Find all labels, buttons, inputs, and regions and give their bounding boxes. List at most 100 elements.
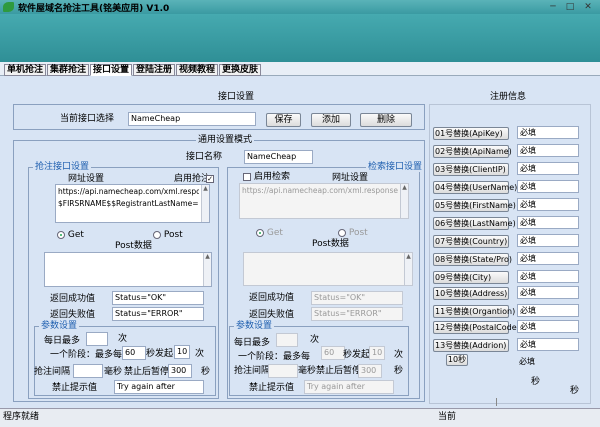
interface-name-label: 接口名称 — [186, 152, 223, 162]
register-value-10[interactable]: 必填 — [517, 286, 579, 299]
register-replace-03[interactable]: 03号替换(ClientIP) — [433, 163, 509, 176]
register-replace-05[interactable]: 05号替换(FirstName) — [433, 199, 516, 212]
grab-forbid-input[interactable]: Try again after — [114, 380, 204, 394]
register-value-13[interactable]: 必填 — [517, 338, 579, 351]
search-post-data-textarea[interactable] — [243, 252, 413, 286]
grab-fail-input[interactable]: Status="ERROR" — [112, 307, 204, 321]
search-fail-input[interactable]: Status="ERROR" — [311, 307, 403, 321]
grab-get-label: Get — [67, 230, 84, 240]
register-value-11[interactable]: 必填 — [517, 304, 579, 317]
delete-button[interactable]: 删除 — [360, 113, 412, 127]
register-value-02[interactable]: 必填 — [517, 144, 579, 157]
grab-pause-label: 禁止后暂停 — [124, 367, 170, 377]
search-stage-input[interactable]: 60 — [321, 346, 345, 360]
register-extra-button[interactable]: 10秒 — [446, 354, 468, 366]
search-get-radio[interactable]: Get — [256, 228, 283, 239]
grab-interval-input[interactable] — [73, 364, 103, 378]
grab-concurrent-input[interactable]: 10 — [174, 345, 190, 359]
register-value-12[interactable]: 必填 — [517, 320, 579, 333]
status-left: 程序就绪 — [3, 412, 40, 422]
tab-interface-settings[interactable]: 接口设置 — [90, 64, 133, 76]
grab-pause-input[interactable]: 300 — [168, 364, 192, 378]
current-interface-select[interactable]: NameCheap — [128, 112, 256, 126]
search-url-line1: https://api.namecheap.com/xml.response?A… — [242, 186, 398, 195]
grab-interval-label: 抢注间隔 — [34, 367, 71, 377]
tab-login-register[interactable]: 登陆注册 — [133, 64, 176, 76]
grab-concurrent-label: 秒发起 — [146, 349, 174, 359]
grab-url-textarea[interactable]: https://api.namecheap.com/xml.response?A… — [55, 184, 210, 223]
register-replace-01[interactable]: 01号替换(ApiKey) — [433, 127, 509, 140]
register-value-05[interactable]: 必填 — [517, 198, 579, 211]
register-replace-08[interactable]: 08号替换(State/Pro) — [433, 253, 512, 266]
grab-post-radio[interactable]: Post — [153, 230, 183, 241]
grab-forbid-label: 禁止提示值 — [52, 383, 98, 393]
register-title: 注册信息 — [490, 92, 527, 102]
grab-post-scrollbar[interactable]: ▲ — [203, 253, 211, 286]
grab-enable-checkbox[interactable]: ✓ — [206, 175, 214, 183]
grab-url-scrollbar[interactable]: ▲ — [201, 185, 209, 222]
interface-name-input[interactable]: NameCheap — [244, 150, 313, 164]
search-url-textarea[interactable]: https://api.namecheap.com/xml.response?A… — [239, 183, 409, 219]
search-post-scrollbar[interactable]: ▲ — [404, 253, 412, 285]
register-value-06[interactable]: 必填 — [517, 216, 579, 229]
minimize-button[interactable]: ─ — [546, 1, 560, 13]
tab-single-grab[interactable]: 单机抢注 — [4, 64, 47, 76]
search-daily-input[interactable] — [276, 333, 298, 347]
register-sec-label-2: 秒 — [570, 386, 580, 396]
grab-get-radio[interactable]: Get — [57, 230, 84, 241]
register-replace-11[interactable]: 11号替换(Organtion) — [433, 305, 515, 318]
register-replace-02[interactable]: 02号替换(ApiName) — [433, 145, 512, 158]
search-pause-label: 禁止后暂停 — [316, 366, 362, 376]
register-value-09[interactable]: 必填 — [517, 270, 579, 283]
search-params-legend: 参数设置 — [234, 321, 275, 331]
grab-interval-unit: 毫秒 — [104, 367, 123, 377]
maximize-button[interactable]: □ — [563, 1, 577, 13]
register-value-07[interactable]: 必填 — [517, 234, 579, 247]
search-post-radio[interactable]: Post — [338, 228, 368, 239]
register-replace-07[interactable]: 07号替换(Country) — [433, 235, 509, 248]
tab-cluster-grab[interactable]: 集群抢注 — [47, 64, 90, 76]
close-button[interactable]: ✕ — [581, 1, 595, 13]
add-button[interactable]: 添加 — [311, 113, 351, 127]
radio-icon — [338, 228, 346, 237]
register-replace-10[interactable]: 10号替换(Address) — [433, 287, 509, 300]
register-value-04[interactable]: 必填 — [517, 180, 579, 193]
search-post-data-label: Post数据 — [312, 239, 349, 249]
app-leaf-icon — [3, 2, 14, 12]
scroll-up-icon[interactable]: ▲ — [202, 185, 209, 193]
register-replace-06[interactable]: 06号替换(LastName) — [433, 217, 516, 230]
search-interval-input[interactable] — [268, 364, 298, 378]
grab-success-input[interactable]: Status="OK" — [112, 291, 204, 305]
search-forbid-input[interactable]: Try again after — [304, 380, 394, 394]
search-post-label: Post — [348, 228, 368, 238]
register-value-03[interactable]: 必填 — [517, 162, 579, 175]
register-replace-04[interactable]: 04号替换(UserName) — [433, 181, 517, 194]
scroll-up-icon[interactable]: ▲ — [204, 253, 211, 261]
tab-change-skin[interactable]: 更换皮肤 — [219, 64, 262, 76]
scroll-up-icon[interactable]: ▲ — [405, 253, 412, 261]
search-enable-checkbox[interactable] — [243, 173, 251, 181]
scroll-up-icon[interactable]: ▲ — [401, 184, 408, 192]
search-pause-input[interactable]: 300 — [358, 364, 382, 378]
register-replace-09[interactable]: 09号替换(City) — [433, 271, 509, 284]
status-bar — [0, 408, 600, 427]
search-interval-label: 抢注间隔 — [234, 366, 271, 376]
grab-daily-input[interactable] — [86, 332, 108, 346]
search-get-label: Get — [266, 228, 283, 238]
search-success-label: 返回成功值 — [249, 293, 295, 303]
grab-stage-input[interactable]: 60 — [122, 346, 146, 360]
search-forbid-label: 禁止提示值 — [249, 383, 295, 393]
save-button[interactable]: 保存 — [266, 113, 301, 127]
register-value-08[interactable]: 必填 — [517, 252, 579, 265]
search-url-scrollbar[interactable]: ▲ — [400, 184, 408, 218]
register-value-01[interactable]: 必填 — [517, 126, 579, 139]
register-replace-13[interactable]: 13号替换(Addrion) — [433, 339, 509, 352]
search-concurrent-input[interactable]: 10 — [369, 346, 385, 360]
register-replace-12[interactable]: 12号替换(PostalCode) — [433, 321, 520, 334]
grab-post-data-textarea[interactable] — [44, 252, 212, 287]
tab-video-tutorial[interactable]: 视频教程 — [176, 64, 219, 76]
grab-stage-label: 一个阶段：最多每 — [50, 350, 123, 360]
search-interval-unit: 毫秒 — [298, 366, 317, 376]
grab-post-data-label: Post数据 — [115, 241, 152, 251]
search-success-input[interactable]: Status="OK" — [311, 291, 403, 305]
